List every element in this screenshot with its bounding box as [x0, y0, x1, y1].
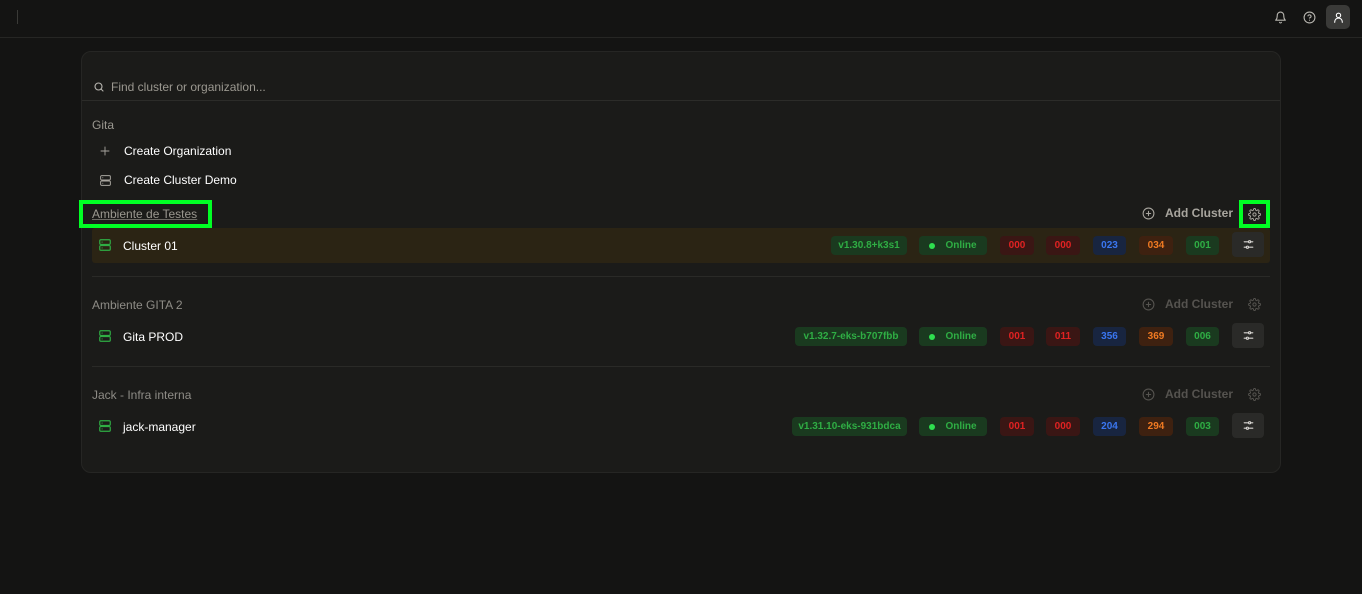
- count-badge: 294: [1139, 417, 1173, 436]
- status-label: Online: [945, 421, 977, 432]
- add-cluster-button[interactable]: Add Cluster: [1142, 297, 1233, 311]
- status-dot: [929, 333, 936, 340]
- cluster-row[interactable]: Gita PROD v1.32.7-eks-b707fbb Online 001…: [92, 319, 1270, 354]
- add-cluster-label: Add Cluster: [1165, 297, 1234, 311]
- status-label: Online: [945, 331, 977, 342]
- cluster-name: jack-manager: [123, 420, 196, 434]
- count-badge: 023: [1093, 236, 1126, 255]
- count-badge: 369: [1139, 327, 1173, 346]
- create-organization-label: Create Organization: [124, 144, 232, 158]
- status-badge: Online: [919, 236, 987, 255]
- search-input[interactable]: [111, 78, 711, 96]
- count-badge: 001: [1186, 236, 1219, 255]
- server-icon: [98, 419, 112, 438]
- cluster-settings-button[interactable]: [1232, 232, 1264, 257]
- add-cluster-label: Add Cluster: [1165, 206, 1234, 220]
- add-cluster-button[interactable]: Add Cluster: [1142, 206, 1233, 220]
- plus-circle-icon: [1142, 207, 1155, 220]
- divider: [92, 366, 1270, 367]
- count-badge: 000: [1046, 236, 1080, 255]
- user-icon[interactable]: [1326, 5, 1350, 29]
- add-cluster-button[interactable]: Add Cluster: [1142, 387, 1233, 401]
- plus-circle-icon: [1142, 298, 1155, 311]
- status-dot: [929, 423, 936, 430]
- count-badge: 001: [1000, 417, 1034, 436]
- version-badge: v1.30.8+k3s1: [831, 236, 907, 255]
- cluster-row[interactable]: Cluster 01 v1.30.8+k3s1 Online 000 000 0…: [92, 228, 1270, 263]
- plus-icon: [92, 143, 118, 159]
- topbar-divider: [17, 10, 18, 24]
- count-badge: 011: [1046, 327, 1080, 346]
- server-icon: [98, 329, 112, 348]
- status-badge: Online: [919, 417, 987, 436]
- cluster-name: Gita PROD: [123, 330, 184, 344]
- count-badge: 034: [1139, 236, 1173, 255]
- count-badge: 204: [1093, 417, 1126, 436]
- add-cluster-label: Add Cluster: [1165, 387, 1234, 401]
- cluster-settings-button[interactable]: [1232, 323, 1264, 348]
- command-panel: Gita Create Organization Create Cluster …: [79, 51, 1281, 473]
- status-badge: Online: [919, 327, 987, 346]
- cluster-settings-button[interactable]: [1232, 413, 1264, 438]
- cluster-row[interactable]: jack-manager v1.31.10-eks-931bdca Online…: [92, 409, 1270, 444]
- search-icon: [93, 80, 105, 98]
- version-badge: v1.32.7-eks-b707fbb: [795, 327, 907, 346]
- status-dot: [929, 242, 936, 249]
- create-organization-item[interactable]: Create Organization: [92, 140, 231, 162]
- commands-group-label: Gita: [92, 118, 115, 132]
- count-badge: 000: [1046, 417, 1080, 436]
- count-badge: 000: [1000, 236, 1034, 255]
- create-cluster-demo-item[interactable]: Create Cluster Demo: [92, 169, 237, 191]
- server-icon: [92, 172, 118, 188]
- gear-icon[interactable]: [1245, 295, 1263, 313]
- organization-name[interactable]: Ambiente GITA 2: [92, 298, 183, 312]
- version-badge: v1.31.10-eks-931bdca: [792, 417, 907, 436]
- count-badge: 006: [1186, 327, 1219, 346]
- help-icon[interactable]: [1297, 5, 1321, 29]
- count-badge: 001: [1000, 327, 1034, 346]
- count-badge: 356: [1093, 327, 1126, 346]
- count-badge: 003: [1186, 417, 1219, 436]
- gear-icon[interactable]: [1245, 385, 1263, 403]
- cluster-name: Cluster 01: [123, 239, 178, 253]
- organization-name[interactable]: Ambiente de Testes: [92, 207, 197, 221]
- create-cluster-demo-label: Create Cluster Demo: [124, 173, 237, 187]
- search-bar: [82, 70, 1280, 101]
- top-bar: [0, 0, 1362, 38]
- sliders-icon: [1243, 421, 1253, 430]
- sliders-icon: [1243, 331, 1253, 340]
- divider: [92, 276, 1270, 277]
- bell-icon[interactable]: [1268, 5, 1292, 29]
- organization-name[interactable]: Jack - Infra interna: [92, 388, 191, 402]
- sliders-icon: [1243, 240, 1253, 249]
- status-label: Online: [945, 240, 977, 251]
- server-icon: [98, 238, 112, 257]
- plus-circle-icon: [1142, 388, 1155, 401]
- gear-icon[interactable]: [1245, 205, 1263, 223]
